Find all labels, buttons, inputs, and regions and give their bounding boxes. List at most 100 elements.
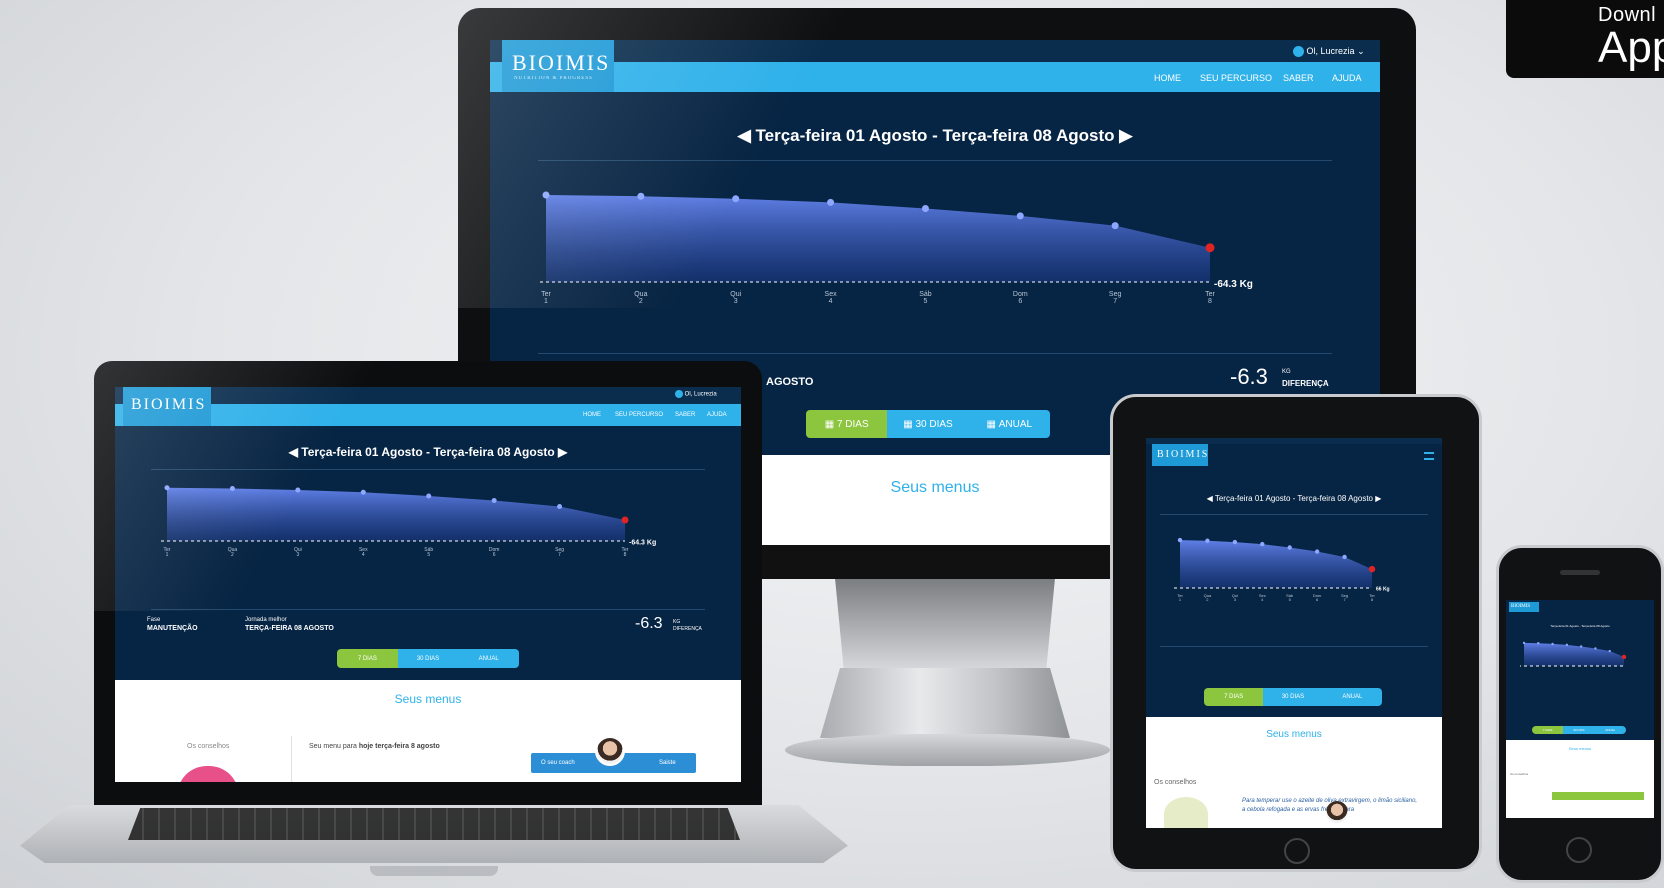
tablet-home-button[interactable] xyxy=(1284,838,1310,864)
chart-point xyxy=(1287,545,1292,550)
imac-nav-home[interactable]: HOME xyxy=(1154,73,1181,83)
tab-anual[interactable]: ANUAL xyxy=(1594,726,1626,734)
laptop-phase-label: Fase xyxy=(147,617,161,623)
next-arrow-icon[interactable]: ▶ xyxy=(1375,494,1381,503)
laptop-menus-title: Seus menus xyxy=(394,692,462,706)
coach-avatar xyxy=(595,736,625,766)
x-tick-day: Ter xyxy=(1205,291,1215,298)
imac-period-tabs: ▦ 7 DIAS ▦ 30 DIAS ▦ ANUAL xyxy=(806,410,1050,438)
laptop-nav-ajuda[interactable]: AJUDA xyxy=(707,412,727,418)
laptop-keyboard xyxy=(128,808,740,840)
x-tick-num: 6 xyxy=(493,552,496,558)
next-arrow-icon[interactable]: ▶ xyxy=(558,445,567,459)
laptop-user-menu[interactable]: Ol, Lucrezia xyxy=(675,390,717,398)
chart-point-highlight xyxy=(1621,654,1627,660)
laptop-difference-value: -6.3 xyxy=(635,615,663,632)
calendar-icon: ▦ xyxy=(903,418,916,430)
phone-coach-bar[interactable] xyxy=(1552,792,1644,800)
tab-30-dias[interactable]: 30 DIAS xyxy=(1263,688,1323,706)
laptop-advice-title: Os conselhos xyxy=(187,743,230,750)
phone-speaker xyxy=(1560,570,1600,575)
tab-7-dias[interactable]: ▦ 7 DIAS xyxy=(806,410,888,438)
chart-point-highlight xyxy=(1205,243,1215,253)
x-tick-day: Qui xyxy=(730,291,741,298)
chart-point xyxy=(1016,212,1024,220)
chart-point xyxy=(1205,538,1210,543)
x-tick-day: Seg xyxy=(1109,291,1122,298)
phone-content-panel: Seus menus Os conselhos xyxy=(1506,740,1654,818)
imac-weight-chart: Ter 1 Qua 2 Qui 3 Sex 4 Sáb 5 Dom 6 Seg 7 Ter 8 -64.3 Kg xyxy=(530,170,1300,320)
chart-point xyxy=(1594,647,1597,650)
imac-difference-value: -6.3 xyxy=(1230,364,1268,389)
target-weight-label: 66 Kg xyxy=(1376,587,1390,593)
tablet-logo[interactable]: BIOIMIS xyxy=(1152,444,1208,466)
calendar-icon: ▦ xyxy=(824,418,837,430)
phone-logo[interactable]: BIOIMIS xyxy=(1509,602,1539,612)
chart-point xyxy=(426,493,432,499)
tab-30-dias[interactable]: 30 DIAS xyxy=(397,649,459,668)
chart-point xyxy=(1260,541,1265,547)
phone-screen: BIOIMIS Terça-feira 01 Agosto - Terça-fe… xyxy=(1506,600,1654,818)
chart-point xyxy=(827,198,835,206)
hamburger-icon[interactable] xyxy=(1424,452,1434,460)
badge-line2: App xyxy=(1598,23,1664,72)
chart-area xyxy=(546,195,1210,282)
tab-anual[interactable]: ▦ ANUAL xyxy=(968,410,1050,438)
laptop-nav-saber[interactable]: SABER xyxy=(675,412,695,418)
tablet-advice-title: Os conselhos xyxy=(1154,779,1197,786)
chart-point xyxy=(1342,554,1347,560)
imac-stand xyxy=(820,668,1070,738)
tablet-content-panel: Seus menus Os conselhos Para temperar us… xyxy=(1146,717,1442,828)
phone-period-tabs: 7 DIAS 30 DIAS ANUAL xyxy=(1532,726,1626,734)
coach-avatar xyxy=(1326,801,1348,823)
chart-point xyxy=(1565,643,1569,647)
phone-date-range: Terça-feira 01 Agosto - Terça-feira 08 A… xyxy=(1550,624,1610,628)
tab-anual[interactable]: ANUAL xyxy=(458,649,519,668)
lemon-image xyxy=(1164,797,1208,828)
x-tick-num: 5 xyxy=(923,298,927,305)
tab-anual[interactable]: ANUAL xyxy=(1322,688,1382,706)
x-tick-num: 7 xyxy=(1113,298,1117,305)
chart-point xyxy=(1608,649,1611,653)
user-icon xyxy=(675,390,683,398)
tablet-menus-title: Seus menus xyxy=(1266,729,1322,740)
laptop-nav-home[interactable]: HOME xyxy=(583,412,601,418)
imac-logo[interactable]: BIOIMIS NUTRITION & PROGRESS xyxy=(502,40,614,92)
tab-7-dias[interactable]: 7 DIAS xyxy=(337,649,398,668)
chevron-down-icon: ⌄ xyxy=(1357,46,1365,56)
chart-point xyxy=(1111,222,1119,230)
prev-arrow-icon[interactable]: ◀ xyxy=(1207,494,1213,503)
tablet-date-range: ◀ Terça-feira 01 Agosto - Terça-feira 08… xyxy=(1206,494,1382,503)
laptop-nav-percurso[interactable]: SEU PERCURSO xyxy=(615,412,663,418)
laptop-best-day-label: Jornada melhor xyxy=(245,617,287,623)
chart-point-highlight xyxy=(1368,565,1376,573)
phone-home-button[interactable] xyxy=(1566,837,1592,863)
chart-point xyxy=(732,195,740,203)
laptop-notch xyxy=(370,866,498,876)
chart-area xyxy=(1524,642,1624,666)
next-arrow-icon[interactable]: ▶ xyxy=(1119,126,1132,145)
user-icon xyxy=(1293,46,1304,58)
imac-user-menu[interactable]: Ol, Lucrezia ⌄ xyxy=(1293,46,1365,58)
laptop-gloss xyxy=(94,361,424,611)
tab-7-dias[interactable]: 7 DIAS xyxy=(1532,726,1564,734)
imac-date-range: ◀ Terça-feira 01 Agosto - Terça-feira 08… xyxy=(737,126,1133,145)
x-tick-day: Ter xyxy=(541,291,551,298)
app-store-badge[interactable]: Downl App xyxy=(1506,0,1664,78)
x-tick-num: 6 xyxy=(1018,298,1022,305)
tab-7-dias[interactable]: 7 DIAS xyxy=(1204,688,1264,706)
chart-point xyxy=(1579,645,1583,648)
chart-point xyxy=(921,205,929,212)
prev-arrow-icon[interactable]: ◀ xyxy=(738,126,751,145)
tab-30-dias[interactable]: 30 DIAS xyxy=(1563,726,1595,734)
imac-nav-saber[interactable]: SABER xyxy=(1283,73,1314,83)
laptop-best-day-value: TERÇA-FEIRA 08 AGOSTO xyxy=(245,625,334,632)
tab-30-dias[interactable]: ▦ 30 DIAS xyxy=(887,410,969,438)
target-weight-label: -64.3 Kg xyxy=(629,540,656,547)
chart-point xyxy=(1314,549,1320,554)
imac-nav-ajuda[interactable]: AJUDA xyxy=(1332,73,1362,83)
x-tick-num: 8 xyxy=(1208,298,1212,305)
x-tick-num: 3 xyxy=(734,298,738,305)
imac-nav-percurso[interactable]: SEU PERCURSO xyxy=(1200,73,1272,83)
x-tick-day: Qua xyxy=(634,291,647,298)
